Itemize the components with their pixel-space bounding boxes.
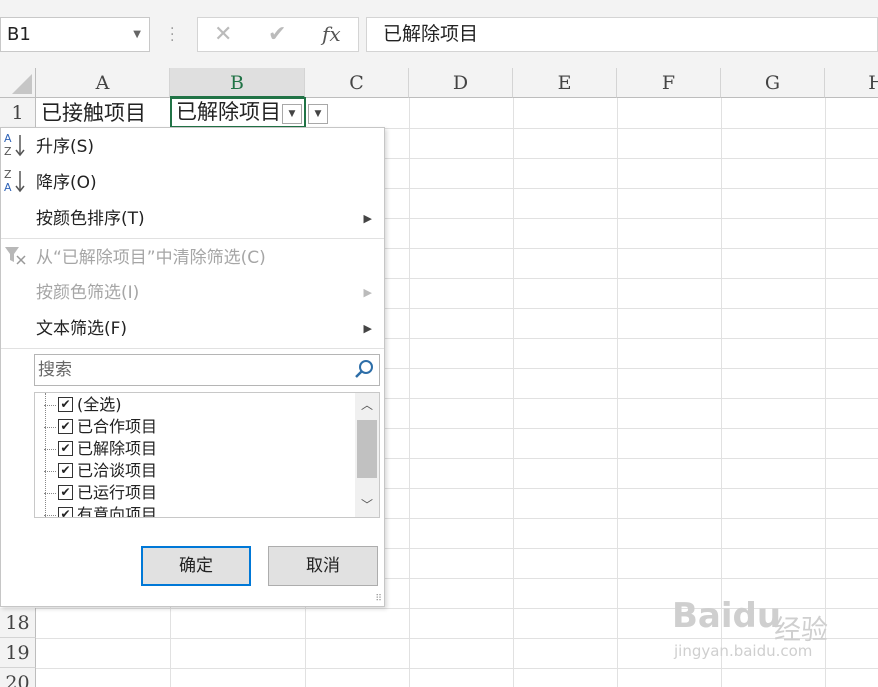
menu-separator [1,348,384,349]
menu-item-label: 升序(S) [36,137,95,157]
list-item-label: 已合作项目 [77,417,158,436]
grid-line [36,668,878,669]
cancel-button[interactable]: 取消 [268,546,378,586]
menu-item-clear-filter: 从“已解除项目”中清除筛选(C) [1,241,384,275]
scroll-up-icon[interactable]: ︿ [355,395,379,415]
tree-line [44,471,56,472]
search-placeholder: 搜索 [38,360,72,380]
menu-item-label: 按颜色筛选(I) [36,283,140,303]
list-item-label: 有意向项目 [77,505,158,518]
insert-function-icon[interactable]: fx [322,22,341,46]
menu-item-label: 按颜色排序(T) [36,209,145,229]
svg-text:A: A [4,132,12,145]
list-item-label: 已洽谈项目 [77,461,158,480]
watermark: Baidu 经验 jingyan.baidu.com [672,588,872,668]
cancel-icon[interactable]: ✕ [214,22,232,47]
tree-line [45,393,46,517]
checkbox-checked-icon[interactable]: ✔ [58,463,73,478]
filter-dropdown-button-b[interactable]: ▼ [282,104,302,124]
tree-line [44,427,56,428]
checkbox-checked-icon[interactable]: ✔ [58,507,73,517]
checkbox-checked-icon[interactable]: ✔ [58,397,73,412]
submenu-arrow-icon: ▶ [363,286,372,299]
name-box-value: B1 [7,24,31,45]
column-header-e[interactable]: E [513,68,617,98]
menu-item-sort-ascending[interactable]: AZ 升序(S) [1,130,384,164]
list-item-label: 已运行项目 [77,483,158,502]
formula-input[interactable]: 已解除项目 [366,17,878,52]
grid-line [617,98,618,687]
column-header-g[interactable]: G [721,68,825,98]
sort-ascending-icon: AZ [3,130,29,163]
svg-text:Z: Z [4,145,12,158]
select-all-corner[interactable] [0,68,36,98]
menu-item-filter-by-color: 按颜色筛选(I) ▶ [1,276,384,310]
sort-descending-icon: ZA [3,166,29,199]
chevron-down-icon[interactable]: ▼ [133,18,141,51]
tree-line [44,515,56,516]
column-header-b[interactable]: B [170,68,305,98]
confirm-icon[interactable]: ✔ [268,22,286,47]
scrollbar-thumb[interactable] [357,420,377,478]
formula-buttons: ✕ ✔ fx [197,17,359,52]
search-icon[interactable] [353,358,375,380]
tree-line [44,449,56,450]
menu-item-label: 从“已解除项目”中清除筛选(C) [36,248,266,268]
name-box[interactable]: B1 ▼ [0,17,150,52]
filter-dropdown-menu: AZ 升序(S) ZA 降序(O) 按颜色排序(T) ▶ 从“已解除项目”中清除… [0,127,385,607]
row-header-19[interactable]: 19 [0,638,36,668]
checkbox-checked-icon[interactable]: ✔ [58,441,73,456]
grid-line [513,98,514,687]
scroll-down-icon[interactable]: ﹀ [355,495,379,515]
svg-text:A: A [4,181,12,194]
watermark-brand: Baidu [672,596,782,636]
checkbox-checked-icon[interactable]: ✔ [58,485,73,500]
list-scrollbar[interactable]: ︿ ﹀ [355,393,379,517]
column-header-h[interactable]: H [825,68,878,98]
column-header-c[interactable]: C [305,68,409,98]
cell-a1[interactable]: 已接触项目 [36,98,170,128]
menu-item-text-filter[interactable]: 文本筛选(F) ▶ [1,312,384,346]
menu-item-label: 文本筛选(F) [36,319,128,339]
checkbox-checked-icon[interactable]: ✔ [58,419,73,434]
row-header-18[interactable]: 18 [0,608,36,638]
list-item-label: 已解除项目 [77,439,158,458]
row-header-1[interactable]: 1 [0,98,36,128]
column-header-f[interactable]: F [617,68,721,98]
row-header-20[interactable]: 20 [0,668,36,687]
column-header-d[interactable]: D [409,68,513,98]
tree-line [44,493,56,494]
watermark-url: jingyan.baidu.com [674,642,813,660]
clear-filter-icon [3,241,29,274]
ok-button[interactable]: 确定 [141,546,251,586]
column-header-a[interactable]: A [36,68,170,98]
list-item-label: (全选) [77,395,122,414]
submenu-arrow-icon: ▶ [363,322,372,335]
formula-bar: B1 ▼ · · · ✕ ✔ fx 已解除项目 [0,0,878,68]
svg-text:Z: Z [4,168,12,181]
filter-search-input[interactable]: 搜索 [34,354,380,386]
submenu-arrow-icon: ▶ [363,212,372,225]
drag-handle-icon[interactable]: · · · [170,22,174,48]
menu-item-sort-descending[interactable]: ZA 降序(O) [1,166,384,200]
filter-value-list: ✔ (全选) ✔ 已合作项目 ✔ 已解除项目 ✔ 已洽谈项目 ✔ 已运行项目 ✔… [34,392,380,518]
resize-grip-icon[interactable]: ⠿ [375,594,382,604]
tree-line [44,405,56,406]
menu-item-label: 降序(O) [36,173,97,193]
filter-dropdown-button-c[interactable]: ▼ [308,104,328,124]
menu-item-sort-by-color[interactable]: 按颜色排序(T) ▶ [1,202,384,236]
menu-separator [1,238,384,239]
grid-line [409,98,410,687]
